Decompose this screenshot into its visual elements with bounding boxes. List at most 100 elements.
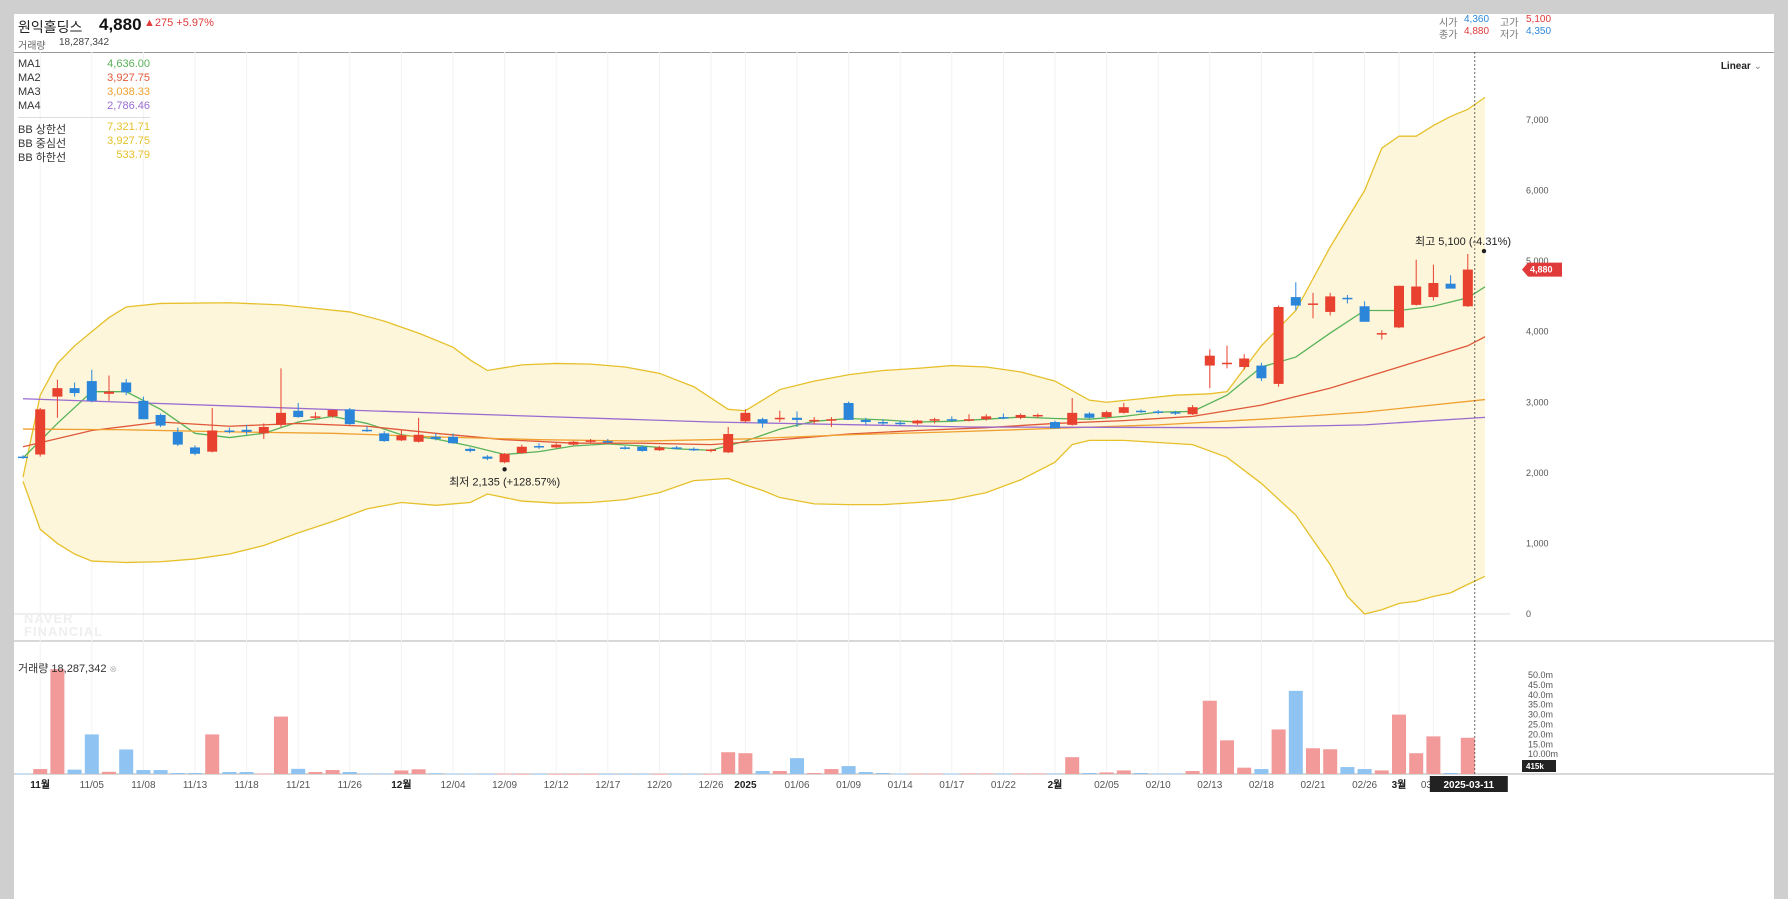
volume-bar bbox=[1426, 736, 1441, 774]
x-tick-label: 02/13 bbox=[1197, 780, 1222, 791]
volume-bar bbox=[532, 773, 546, 775]
low-annotation: 최저 2,135 (+128.57%) bbox=[449, 475, 560, 488]
volume-pane-title: 거래량 18,287,342 ⊗ bbox=[18, 660, 117, 676]
volume-tick-label: 35.0m bbox=[1528, 700, 1553, 710]
current-price-label: 4,880 bbox=[1530, 265, 1553, 275]
candle-body bbox=[155, 414, 166, 426]
volume-bar bbox=[1443, 773, 1458, 774]
candle-body bbox=[809, 419, 820, 422]
close-icon[interactable]: ⊗ bbox=[110, 664, 118, 674]
volume-bar bbox=[1340, 767, 1355, 774]
candle-body bbox=[52, 388, 63, 397]
x-tick-label: 11/05 bbox=[80, 780, 105, 791]
candle-body bbox=[172, 431, 183, 445]
candle-body bbox=[585, 440, 596, 442]
candle-body bbox=[534, 446, 544, 448]
candle-body bbox=[465, 448, 476, 451]
volume-bar bbox=[1134, 773, 1148, 774]
volume-bar bbox=[721, 752, 736, 774]
x-tick-label: 12/09 bbox=[492, 780, 517, 791]
price-chart[interactable]: 01,0002,0003,0004,0005,0006,0007,00010.0… bbox=[14, 14, 1774, 899]
volume-bar bbox=[342, 772, 357, 774]
candle-body bbox=[1256, 365, 1267, 379]
volume-bar bbox=[1013, 773, 1028, 775]
candle-body bbox=[1239, 358, 1250, 367]
volume-bar bbox=[308, 772, 323, 774]
volume-bar bbox=[772, 771, 787, 774]
volume-bar bbox=[33, 769, 48, 774]
volume-bar bbox=[962, 773, 976, 775]
volume-bar bbox=[16, 773, 30, 775]
scale-toggle[interactable]: Linear ⌄ bbox=[1721, 61, 1762, 72]
legend-value: 2,786.46 bbox=[107, 100, 150, 112]
price-tick-label: 1,000 bbox=[1526, 538, 1549, 548]
volume-bar bbox=[1254, 769, 1269, 774]
candle-body bbox=[258, 426, 269, 434]
x-tick-label: 12/17 bbox=[595, 780, 620, 791]
legend-value: 3,927.75 bbox=[107, 135, 150, 147]
volume-bar bbox=[394, 770, 409, 774]
candle-body bbox=[18, 456, 28, 459]
candle-body bbox=[860, 419, 871, 423]
volume-bar bbox=[669, 773, 684, 775]
candle-body bbox=[86, 381, 97, 401]
volume-bar bbox=[549, 773, 564, 775]
candle-body bbox=[1462, 269, 1473, 307]
candle-body bbox=[224, 430, 235, 432]
candle-body bbox=[104, 391, 114, 394]
volume-bar bbox=[1099, 772, 1114, 774]
volume-bar bbox=[291, 768, 306, 774]
candle-body bbox=[637, 446, 648, 451]
volume-bar bbox=[463, 773, 478, 775]
volume-bar bbox=[205, 734, 220, 774]
x-tick-label: 02/18 bbox=[1249, 780, 1274, 791]
x-tick-label: 01/17 bbox=[939, 780, 964, 791]
candle-body bbox=[964, 419, 974, 421]
candle-body bbox=[1136, 410, 1146, 413]
volume-bar bbox=[239, 772, 254, 774]
candle-body bbox=[69, 388, 80, 394]
candle-body bbox=[379, 433, 390, 442]
candle-body bbox=[929, 419, 940, 421]
candle-body bbox=[448, 436, 458, 444]
x-tick-label: 2월 bbox=[1048, 779, 1063, 791]
volume-bar bbox=[480, 773, 495, 775]
volume-bar bbox=[497, 773, 512, 775]
candle-body bbox=[757, 419, 768, 424]
volume-bar bbox=[807, 773, 822, 774]
price-tick-label: 6,000 bbox=[1526, 186, 1549, 196]
volume-tick-label: 50.0m bbox=[1528, 670, 1553, 680]
legend-value: 4,636.00 bbox=[107, 58, 150, 70]
volume-bar bbox=[1357, 769, 1372, 774]
volume-bar bbox=[600, 773, 615, 775]
volume-bar bbox=[1065, 757, 1080, 774]
volume-bar bbox=[635, 773, 650, 775]
candle-body bbox=[1032, 414, 1043, 417]
candle-body bbox=[293, 410, 304, 418]
candle-body bbox=[344, 409, 355, 425]
candle-body bbox=[998, 417, 1009, 419]
volume-bar bbox=[514, 773, 529, 775]
volume-bar bbox=[583, 773, 598, 775]
volume-bar bbox=[738, 753, 753, 774]
volume-bar bbox=[446, 773, 460, 775]
candle-body bbox=[568, 441, 579, 445]
price-tick-label: 7,000 bbox=[1526, 115, 1549, 125]
volume-bar bbox=[1151, 773, 1166, 775]
price-tick-label: 3,000 bbox=[1526, 397, 1549, 407]
volume-bar bbox=[1306, 748, 1320, 774]
x-tick-label: 11/13 bbox=[183, 780, 208, 791]
x-tick-label: 02/05 bbox=[1094, 780, 1119, 791]
volume-bar bbox=[102, 771, 116, 774]
legend-value: 533.79 bbox=[116, 149, 150, 161]
candle-body bbox=[1204, 355, 1215, 366]
candle-body bbox=[207, 430, 218, 452]
candle-body bbox=[620, 447, 630, 449]
volume-bar bbox=[136, 770, 151, 774]
candle-body bbox=[671, 447, 682, 449]
high-annotation: 최고 5,100 (-4.31%) bbox=[1415, 235, 1511, 248]
volume-bar bbox=[428, 773, 443, 775]
volume-bar bbox=[377, 773, 392, 775]
volume-bar bbox=[1460, 737, 1475, 774]
x-tick-label: 11/08 bbox=[131, 780, 156, 791]
